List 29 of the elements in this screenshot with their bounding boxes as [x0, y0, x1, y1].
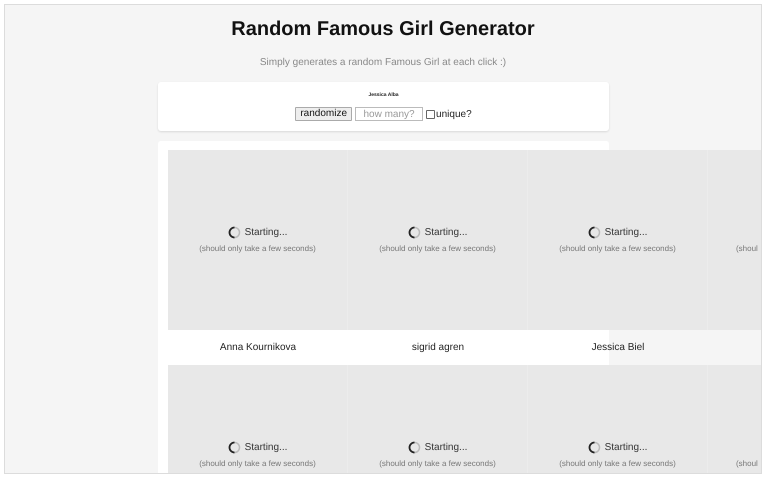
hint-text: (shoul: [736, 459, 758, 468]
loading-spinner-icon: [228, 226, 241, 239]
status-text: Starting...: [244, 227, 288, 238]
loading-spinner-icon: [588, 226, 601, 239]
person-name: Anna Kournikova: [220, 342, 296, 353]
status-text: Starting...: [604, 227, 648, 238]
count-field[interactable]: how many?: [355, 107, 424, 121]
page-title: Random Famous Girl Generator: [230, 17, 536, 41]
person-name: sigrid agren: [412, 342, 464, 353]
loading-spinner-icon: [228, 441, 241, 454]
loading-spinner-icon: [408, 226, 421, 239]
hint-text: (should only take a few seconds): [559, 244, 676, 253]
unique-label: unique?: [436, 108, 472, 120]
hint-text: (shoul: [736, 244, 758, 253]
hint-text: (should only take a few seconds): [379, 244, 496, 253]
randomize-button[interactable]: randomize: [295, 107, 352, 121]
hint-text: (should only take a few seconds): [199, 459, 316, 468]
loading-spinner-icon: [408, 441, 421, 454]
status-text: Starting...: [244, 442, 288, 453]
hint-text: (should only take a few seconds): [559, 459, 676, 468]
loading-spinner-icon: [588, 441, 601, 454]
status-text: Starting...: [424, 442, 468, 453]
hint-text: (should only take a few seconds): [199, 244, 316, 253]
status-text: Starting...: [424, 227, 468, 238]
hint-text: (should only take a few seconds): [379, 459, 496, 468]
status-text: Starting...: [604, 442, 648, 453]
person-name: Jessica Biel: [592, 342, 644, 353]
unique-checkbox[interactable]: [426, 110, 436, 118]
page-subtitle: Simply generates a random Famous Girl at each click :): [258, 57, 508, 68]
